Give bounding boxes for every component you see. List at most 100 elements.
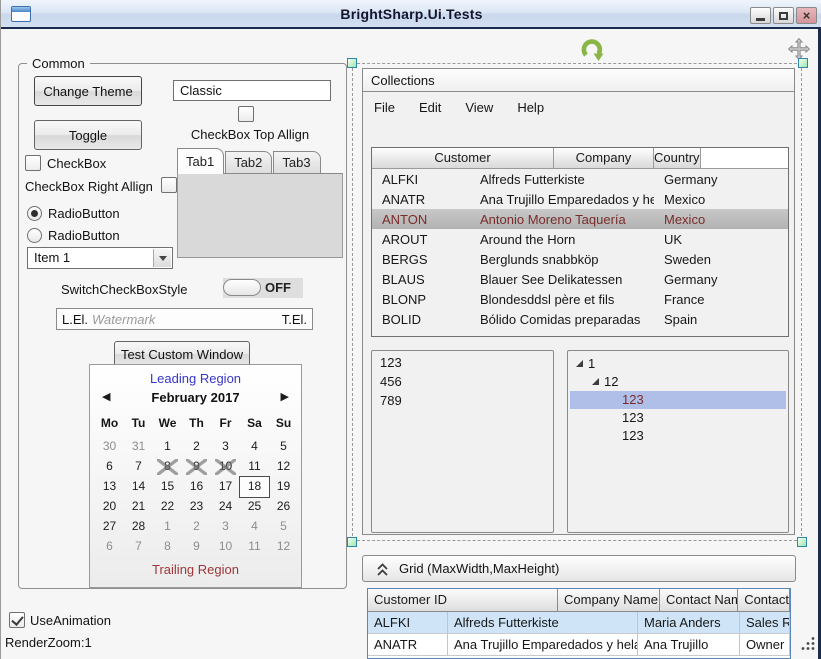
checkbox-plain[interactable]: [25, 155, 41, 171]
calendar-day-cell[interactable]: 13: [95, 477, 124, 497]
toggle-button[interactable]: Toggle: [34, 120, 142, 150]
table-row[interactable]: BLONP Blondesddsl père et fils France: [372, 289, 788, 309]
menu-item[interactable]: View: [465, 100, 493, 115]
tab[interactable]: Tab3: [273, 151, 320, 174]
column-header[interactable]: Country: [654, 148, 701, 168]
collapse-up-icon[interactable]: [376, 562, 389, 577]
table-row[interactable]: BOLID Bólido Comidas preparadas Spain: [372, 309, 788, 329]
table-row[interactable]: AROUT Around the Horn UK: [372, 229, 788, 249]
calendar-day-cell[interactable]: 5: [269, 517, 298, 537]
calendar-month-title[interactable]: February 2017: [90, 390, 301, 405]
selection-handle-bottomright[interactable]: [797, 537, 807, 547]
calendar-day-cell[interactable]: 3: [211, 437, 240, 457]
calendar-day-cell[interactable]: 11: [240, 537, 269, 557]
list-item[interactable]: 789: [372, 392, 553, 411]
change-theme-button[interactable]: Change Theme: [34, 76, 142, 106]
use-animation-checkbox[interactable]: [9, 612, 25, 628]
calendar-day-cell[interactable]: 4: [240, 517, 269, 537]
calendar-day-cell[interactable]: 1: [153, 517, 182, 537]
calendar-day-cell[interactable]: 30: [95, 437, 124, 457]
calendar-day-cell[interactable]: 26: [269, 497, 298, 517]
table-row[interactable]: ANATR Ana Trujillo Emparedados y hela Me…: [372, 189, 788, 209]
calendar-day-cell[interactable]: 4: [240, 437, 269, 457]
table-row[interactable]: ALFKI Alfreds Futterkiste Maria Anders S…: [368, 612, 790, 634]
calendar-day-cell[interactable]: 19: [269, 477, 298, 497]
calendar-day-cell[interactable]: 10: [211, 457, 240, 477]
calendar-day-cell[interactable]: 31: [124, 437, 153, 457]
calendar-day-cell[interactable]: 7: [124, 537, 153, 557]
tree-expander-icon[interactable]: [576, 360, 583, 367]
grid-expander[interactable]: Grid (MaxWidth,MaxHeight): [362, 555, 796, 582]
calendar-day-cell[interactable]: 28: [124, 517, 153, 537]
column-header[interactable]: Contact: [738, 589, 790, 611]
calendar-day-cell[interactable]: 5: [269, 437, 298, 457]
calendar-day-cell[interactable]: 9: [182, 457, 211, 477]
title-bar[interactable]: BrightSharp.Ui.Tests ×: [1, 0, 821, 29]
calendar-day-cell[interactable]: 2: [182, 437, 211, 457]
switch-toggle[interactable]: OFF: [223, 278, 303, 298]
list-item[interactable]: 456: [372, 373, 553, 392]
radio-button-1[interactable]: [27, 206, 42, 221]
calendar-day-cell[interactable]: 10: [211, 537, 240, 557]
calendar-day-cell[interactable]: 6: [95, 537, 124, 557]
table-row[interactable]: BERGS Berglunds snabbköp Sweden: [372, 249, 788, 269]
calendar-day-cell[interactable]: 8: [153, 537, 182, 557]
chevron-down-icon[interactable]: [153, 249, 171, 267]
calendar-day-cell[interactable]: 25: [240, 497, 269, 517]
tree-node-child[interactable]: 12: [568, 373, 788, 391]
calendar-day-cell[interactable]: 6: [95, 457, 124, 477]
menu-item[interactable]: Help: [517, 100, 544, 115]
tree-leaf[interactable]: 123: [570, 427, 786, 445]
calendar-day-cell[interactable]: 7: [124, 457, 153, 477]
calendar-day-cell[interactable]: 27: [95, 517, 124, 537]
calendar-next-icon[interactable]: ▶: [281, 390, 289, 403]
calendar-day-cell[interactable]: 24: [211, 497, 240, 517]
selection-handle-bottomleft[interactable]: [347, 537, 357, 547]
calendar-day-cell[interactable]: 12: [269, 457, 298, 477]
column-header[interactable]: Contact Name CN: [660, 589, 738, 611]
list-item[interactable]: 123: [372, 354, 553, 373]
checkbox-top-align[interactable]: [238, 106, 254, 122]
table-row[interactable]: BLAUS Blauer See Delikatessen Germany: [372, 269, 788, 289]
resize-grip[interactable]: [801, 636, 816, 651]
tab[interactable]: Tab2: [225, 151, 272, 174]
table-row[interactable]: ANATR Ana Trujillo Emparedados y helados…: [368, 634, 790, 656]
column-header[interactable]: Company: [554, 148, 654, 168]
maximize-button[interactable]: [773, 7, 794, 24]
tree-leaf[interactable]: 123: [570, 409, 786, 427]
tree-leaf[interactable]: 123: [570, 391, 786, 409]
calendar-day-cell[interactable]: 20: [95, 497, 124, 517]
calendar-day-cell[interactable]: 8: [153, 457, 182, 477]
checkbox-right-align[interactable]: [161, 177, 177, 193]
table-row[interactable]: ANTON Antonio Moreno Taquería Mexico: [372, 209, 788, 229]
minimize-button[interactable]: [750, 7, 771, 24]
calendar-day-cell[interactable]: 22: [153, 497, 182, 517]
calendar-day-cell[interactable]: 23: [182, 497, 211, 517]
watermark-textbox[interactable]: L.El. Watermark T.El.: [56, 308, 313, 330]
calendar-day-cell[interactable]: 16: [182, 477, 211, 497]
calendar-day-cell[interactable]: 1: [153, 437, 182, 457]
calendar-day-cell[interactable]: 17: [211, 477, 240, 497]
calendar-day-cell[interactable]: 11: [240, 457, 269, 477]
close-button[interactable]: ×: [796, 7, 817, 24]
tab[interactable]: Tab1: [177, 148, 224, 174]
table-row[interactable]: ALFKI Alfreds Futterkiste Germany: [372, 169, 788, 189]
calendar-day-cell[interactable]: 15: [153, 477, 182, 497]
calendar-day-cell[interactable]: 18: [240, 477, 269, 497]
selection-handle-topleft[interactable]: [347, 58, 357, 68]
item-combobox[interactable]: Item 1: [27, 247, 173, 269]
tree-node-root[interactable]: 1: [568, 355, 788, 373]
column-header[interactable]: Customer ID: [368, 589, 558, 611]
radio-button-2[interactable]: [27, 228, 42, 243]
calendar-day-cell[interactable]: 12: [269, 537, 298, 557]
move-adorner-icon[interactable]: [788, 38, 810, 60]
column-header[interactable]: Company Name: [558, 589, 660, 611]
selection-handle-topright[interactable]: [798, 58, 808, 68]
tree-expander-icon[interactable]: [592, 378, 599, 385]
calendar-day-cell[interactable]: 3: [211, 517, 240, 537]
menu-item[interactable]: File: [374, 100, 395, 115]
calendar-day-cell[interactable]: 2: [182, 517, 211, 537]
calendar-day-cell[interactable]: 21: [124, 497, 153, 517]
menu-item[interactable]: Edit: [419, 100, 441, 115]
theme-textbox[interactable]: Classic: [173, 80, 331, 101]
